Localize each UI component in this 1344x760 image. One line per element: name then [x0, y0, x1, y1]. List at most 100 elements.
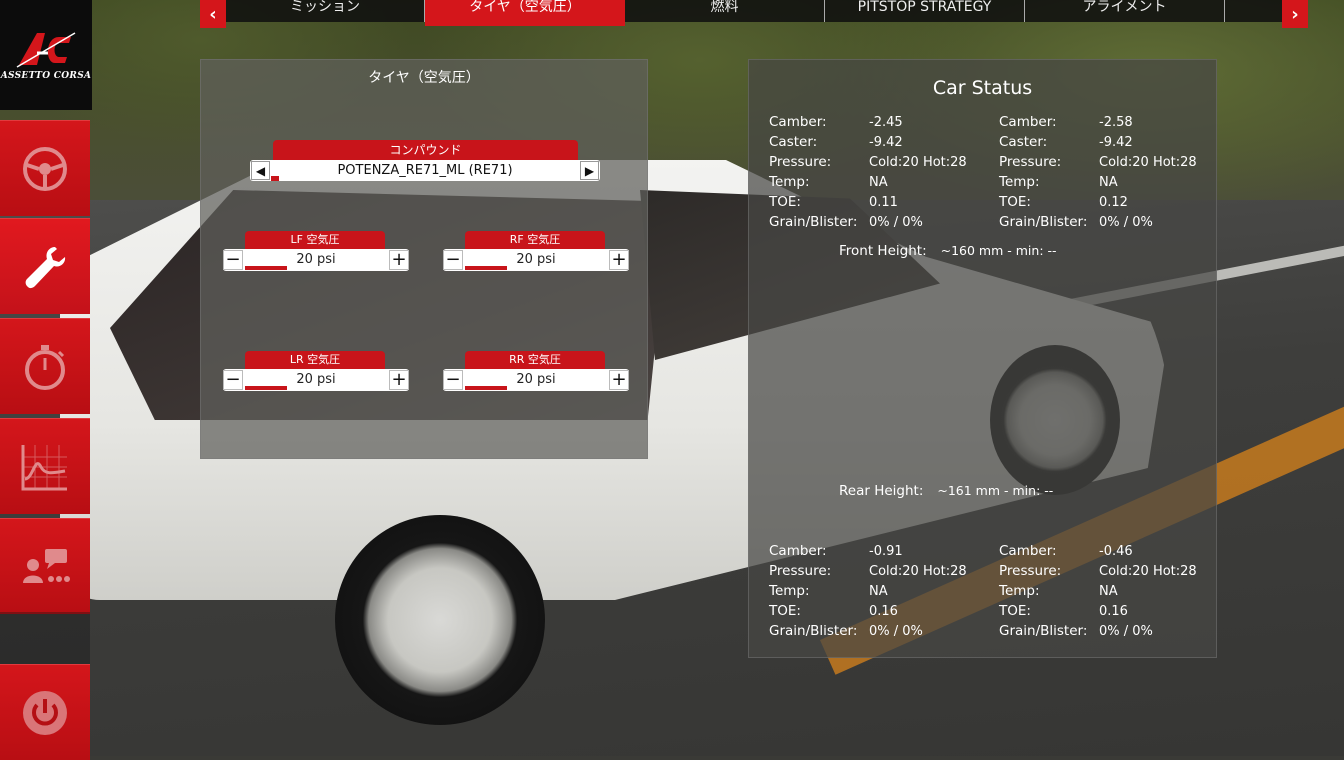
status-key: Grain/Blister:: [769, 214, 858, 230]
status-key: Camber:: [999, 114, 1057, 130]
status-row: Grain/Blister: 0% / 0%: [769, 212, 989, 232]
tab-fuel[interactable]: 燃料: [625, 0, 825, 22]
status-key: Pressure:: [999, 154, 1062, 170]
power-icon: [23, 690, 67, 735]
status-value: 0% / 0%: [869, 215, 923, 230]
pressure-slider-bar: [465, 266, 507, 270]
status-value: -9.42: [1099, 135, 1133, 150]
status-value: NA: [869, 584, 888, 599]
tab-bar: ‹ ミッション タイヤ（空気圧） 燃料 PITSTOP STRATEGY アライ…: [200, 0, 1310, 28]
car-status-panel: Car Status Camber: -2.45 Caster: -9.42 Pre…: [748, 59, 1217, 658]
pressure-slider-bar: [465, 386, 507, 390]
tab-next-button[interactable]: ›: [1282, 0, 1308, 28]
sidebar-item-drive[interactable]: [0, 120, 90, 216]
status-row: Pressure: Cold:20 Hot:28: [999, 152, 1219, 172]
status-key: Pressure:: [999, 563, 1062, 579]
status-key: Caster:: [999, 134, 1048, 150]
tab-label: タイヤ（空気圧）: [469, 0, 581, 15]
decrease-button[interactable]: −: [443, 370, 463, 390]
sidebar-item-pit-radio[interactable]: [0, 518, 90, 614]
front-height: Front Height: ~160 mm - min: --: [839, 243, 1057, 259]
tab-pitstop-strategy[interactable]: PITSTOP STRATEGY: [825, 0, 1025, 22]
status-row: Pressure: Cold:20 Hot:28: [769, 152, 989, 172]
pressure-stepper[interactable]: − 20 psi +: [443, 249, 629, 271]
status-value: -2.58: [1099, 115, 1133, 130]
status-row: Caster: -9.42: [769, 132, 989, 152]
front-right-status: Camber: -2.58 Caster: -9.42 Pressure: Cold:…: [999, 112, 1219, 232]
rear-height-value: ~161 mm - min: --: [937, 483, 1054, 498]
front-height-value: ~160 mm - min: --: [940, 243, 1057, 258]
status-value: NA: [1099, 175, 1118, 190]
tab-label: 燃料: [710, 0, 739, 15]
increase-button[interactable]: +: [389, 250, 409, 270]
compound-label: コンパウンド: [273, 140, 578, 160]
increase-button[interactable]: +: [609, 370, 629, 390]
pressure-stepper[interactable]: − 20 psi +: [223, 369, 409, 391]
status-value: 0.11: [869, 195, 898, 210]
tab-prev-button[interactable]: ‹: [200, 0, 226, 28]
status-key: Caster:: [769, 134, 818, 150]
status-value: Cold:20 Hot:28: [1099, 564, 1197, 579]
pressure-stepper[interactable]: − 20 psi +: [223, 249, 409, 271]
increase-button[interactable]: +: [389, 370, 409, 390]
car-front-wheel: [335, 515, 545, 725]
status-row: Temp: NA: [999, 172, 1219, 192]
compound-next-button[interactable]: ▶: [580, 161, 599, 180]
rear-height-label: Rear Height:: [839, 483, 924, 499]
status-value: 0% / 0%: [869, 624, 923, 639]
car-status-title: Car Status: [932, 77, 1033, 99]
tab-alignment[interactable]: アライメント: [1025, 0, 1225, 22]
status-value: 0.16: [1099, 604, 1128, 619]
logo-text: ASSETTO CORSA: [0, 71, 92, 81]
sidebar-item-setup[interactable]: [0, 218, 90, 314]
status-row: TOE: 0.11: [769, 192, 989, 212]
increase-button[interactable]: +: [609, 250, 629, 270]
status-row: Camber: -2.45: [769, 112, 989, 132]
sidebar-spacer: [0, 612, 90, 664]
wrench-icon: [25, 246, 66, 288]
front-height-label: Front Height:: [839, 243, 927, 259]
status-value: Cold:20 Hot:28: [1099, 155, 1197, 170]
rear-right-status: Camber: -0.46 Pressure: Cold:20 Hot:28 Tem…: [999, 541, 1219, 641]
assetto-corsa-logo-icon: [16, 32, 76, 68]
app-logo: ASSETTO CORSA: [0, 0, 92, 110]
sidebar-item-telemetry[interactable]: [0, 418, 90, 514]
status-value: -0.46: [1099, 544, 1133, 559]
sidebar-item-timing[interactable]: [0, 318, 90, 414]
sidebar-item-quit[interactable]: [0, 664, 90, 760]
compound-selector[interactable]: ◀ POTENZA_RE71_ML (RE71) ▶: [250, 160, 600, 181]
status-key: Grain/Blister:: [999, 214, 1088, 230]
status-key: Pressure:: [769, 563, 832, 579]
status-row: Camber: -0.46: [999, 541, 1219, 561]
pressure-label: RF 空気圧: [465, 231, 605, 249]
status-value: NA: [1099, 584, 1118, 599]
decrease-button[interactable]: −: [443, 250, 463, 270]
tab-label: アライメント: [1082, 0, 1167, 15]
decrease-button[interactable]: −: [223, 370, 243, 390]
pressure-lr: LR 空気圧 − 20 psi +: [223, 351, 429, 401]
status-value: 0.12: [1099, 195, 1128, 210]
tab-mission[interactable]: ミッション: [226, 0, 425, 22]
status-key: Camber:: [769, 543, 827, 559]
driver-chat-icon: [23, 548, 70, 583]
rear-left-status: Camber: -0.91 Pressure: Cold:20 Hot:28 Tem…: [769, 541, 989, 641]
tab-label: ミッション: [290, 0, 360, 15]
status-key: Pressure:: [769, 154, 832, 170]
pressure-label: LR 空気圧: [245, 351, 385, 369]
tab-overflow: [1225, 0, 1282, 22]
status-value: NA: [869, 175, 888, 190]
compound-prev-button[interactable]: ◀: [251, 161, 270, 180]
pressure-stepper[interactable]: − 20 psi +: [443, 369, 629, 391]
status-value: -9.42: [869, 135, 903, 150]
status-row: Temp: NA: [769, 581, 989, 601]
status-value: Cold:20 Hot:28: [869, 564, 967, 579]
status-row: Temp: NA: [769, 172, 989, 192]
status-row: Grain/Blister: 0% / 0%: [999, 212, 1219, 232]
status-key: Camber:: [769, 114, 827, 130]
tab-tyres[interactable]: タイヤ（空気圧）: [425, 0, 625, 26]
status-key: Grain/Blister:: [999, 623, 1088, 639]
status-row: Camber: -0.91: [769, 541, 989, 561]
status-value: 0.16: [869, 604, 898, 619]
rear-height: Rear Height: ~161 mm - min: --: [839, 483, 1053, 499]
decrease-button[interactable]: −: [223, 250, 243, 270]
